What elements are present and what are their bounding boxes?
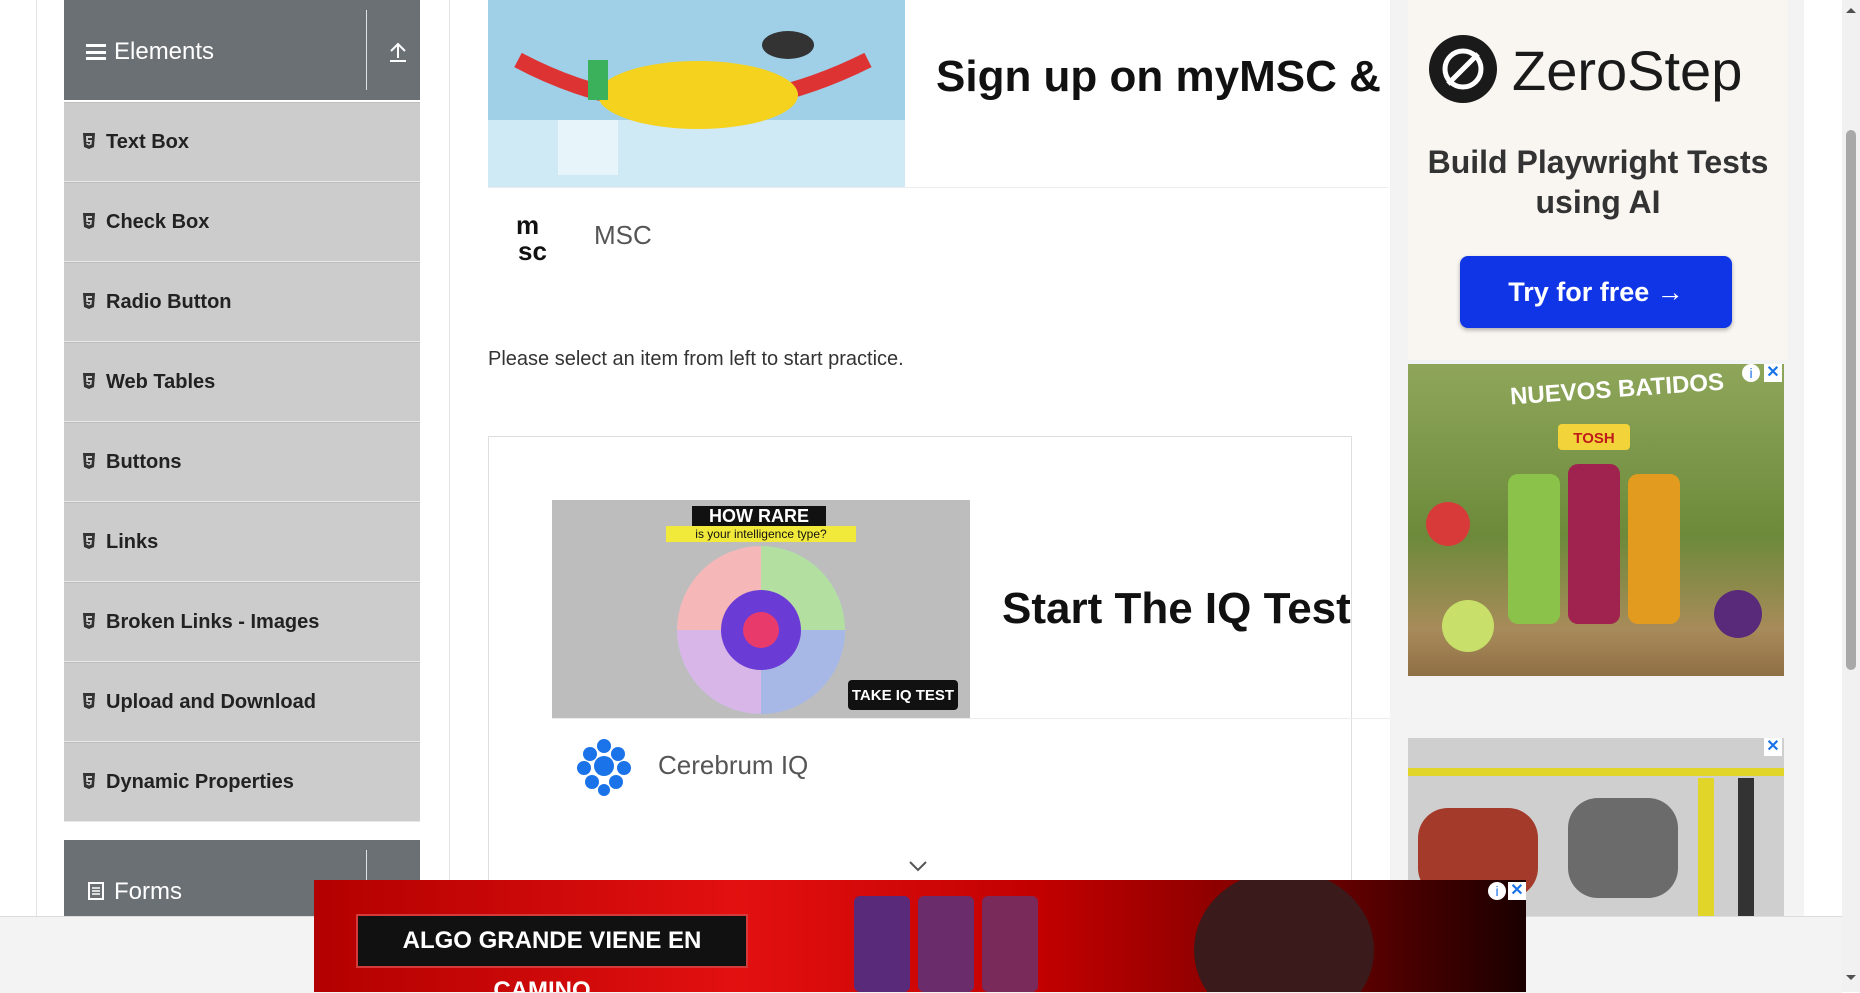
sidebar-item-label: Check Box [106,211,210,233]
html5-icon [83,133,95,149]
group-title: Elements [114,38,215,65]
close-ad-icon[interactable]: ✕ [1508,882,1526,900]
soldier-face-illustration [1194,880,1374,992]
bottom-ad-text: ALGO GRANDE VIENE EN CAMINO... [356,914,748,992]
svg-text:sc: sc [518,236,547,262]
ad-image-iq-test[interactable]: HOW RARE is your intelligence type? TAKE… [552,500,970,718]
bottom-banner-ad[interactable]: ALGO GRANDE VIENE EN CAMINO... [314,880,1526,992]
tosh-ad[interactable]: TOSH [1408,364,1784,676]
ad-divider [488,187,1388,188]
sidebar-item-web-tables[interactable]: Web Tables [64,342,420,422]
html5-icon [83,693,95,709]
group-header-elements[interactable]: Elements [64,0,420,100]
sidebar-item-buttons[interactable]: Buttons [64,422,420,502]
sidebar-item-label: Upload and Download [106,691,316,713]
scrollbar-thumb[interactable] [1846,130,1856,670]
sidebar-item-dynamic-properties[interactable]: Dynamic Properties [64,742,420,822]
sidebar-item-label: Radio Button [106,291,232,313]
scroll-down-arrow-icon[interactable] [1845,974,1857,982]
ad-image-banana-hammock[interactable] [488,0,905,187]
sidebar-item-radio-button[interactable]: Radio Button [64,262,420,342]
sidebar-item-label: Dynamic Properties [106,771,294,793]
ad-brand[interactable]: Cerebrum IQ [658,750,808,781]
collapse-up-icon[interactable] [388,40,408,64]
center-divider [449,0,450,916]
ad-headline[interactable]: Start The IQ Test [1002,584,1351,634]
ad-divider [552,718,1390,719]
iq-wheel-illustration: HOW RARE is your intelligence type? TAKE… [552,500,970,718]
try-for-free-button[interactable]: Try for free → [1460,256,1732,328]
sidebar-item-label: Links [106,531,159,553]
sidebar-item-label: Web Tables [106,371,216,393]
html5-icon [83,293,95,309]
hamburger-icon [86,44,106,60]
sidebar-item-check-box[interactable]: Check Box [64,182,420,262]
zerostep-brand: ZeroStep [1512,39,1743,102]
iq-image-subtitle: is your intelligence type? [695,527,827,541]
ad-headline[interactable]: Sign up on myMSC & B [936,52,1390,102]
msc-logo: m sc [516,210,547,262]
sidebar-item-label: Text Box [106,131,189,153]
ad-brand[interactable]: MSC [594,220,652,251]
banana-hammock-illustration [488,0,905,187]
snack-cans-illustration [854,896,1038,992]
tosh-bottles-illustration: TOSH [1426,424,1762,652]
zerostep-subtitle: Build Playwright Tests using AI [1427,144,1769,220]
html5-icon [83,613,95,629]
sidebar-item-label: Broken Links - Images [106,611,320,633]
sidebar-item-links[interactable]: Links [64,502,420,582]
zerostep-logo-icon [1429,35,1497,103]
chevron-down-icon[interactable] [908,860,928,872]
html5-icon [83,213,95,229]
scroll-up-arrow-icon[interactable] [1845,6,1857,14]
adchoices-icon[interactable]: i [1488,882,1506,900]
sidebar-item-label: Buttons [106,451,182,473]
sidebar-item-text-box[interactable]: Text Box [64,102,420,182]
left-divider [36,0,37,916]
sidebar-item-broken-links-images[interactable]: Broken Links - Images [64,582,420,662]
header-divider [366,10,367,90]
sidebar-item-upload-and-download[interactable]: Upload and Download [64,662,420,742]
html5-icon [83,773,95,789]
iq-image-badge: TAKE IQ TEST [852,687,954,704]
group-title: Forms [114,878,182,905]
adchoices-icon[interactable]: i [1742,364,1760,382]
html5-icon [83,533,95,549]
practice-instructions: Please select an item from left to start… [488,348,904,370]
close-ad-icon[interactable]: ✕ [1764,364,1782,382]
close-ad-icon[interactable]: ✕ [1764,738,1782,756]
tosh-brand: TOSH [1573,430,1614,447]
brain-icon [577,739,631,796]
iq-image-title: HOW RARE [709,506,809,526]
html5-icon [83,453,95,469]
form-icon [88,882,104,900]
html5-icon [83,373,95,389]
